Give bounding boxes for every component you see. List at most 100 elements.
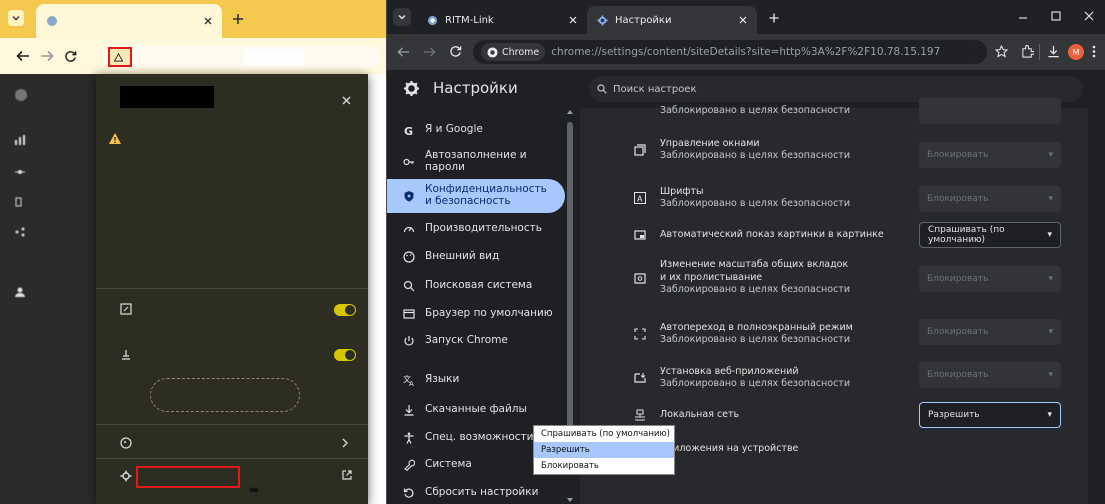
svg-text:G: G <box>404 125 413 136</box>
site-info-chip[interactable] <box>108 47 132 67</box>
minimize-icon[interactable] <box>1018 14 1028 22</box>
dropdown-option-allow[interactable]: Разрешить <box>534 442 674 458</box>
accessibility-icon <box>404 432 414 444</box>
svg-text:A: A <box>637 195 643 204</box>
fonts-select: Блокировать ▾ <box>919 186 1061 212</box>
dropdown-option-block[interactable]: Блокировать <box>534 458 674 474</box>
dropdown-option-ask[interactable]: Спрашивать (по умолчанию) <box>534 426 674 442</box>
forward-arrow-icon[interactable] <box>40 50 54 62</box>
settings-logo-icon <box>403 80 420 97</box>
permission-select-partial <box>919 98 1061 124</box>
tab-zoom-select: Блокировать ▾ <box>919 266 1061 292</box>
back-arrow-icon[interactable] <box>397 46 410 58</box>
toolbar-separator <box>1039 44 1040 60</box>
tab-search-button[interactable] <box>393 8 411 26</box>
search-icon <box>597 84 607 94</box>
users-icon <box>15 287 25 297</box>
auto-pip-select[interactable]: Спрашивать (по умолчанию) ▾ <box>919 222 1061 248</box>
warning-triangle-icon <box>114 52 123 62</box>
local-network-icon <box>635 409 645 421</box>
palette-icon <box>403 251 415 263</box>
left-sidebar-item[interactable] <box>14 286 34 298</box>
reset-icon <box>403 488 414 498</box>
left-sidebar-item[interactable] <box>14 196 34 208</box>
reload-icon[interactable] <box>449 45 462 58</box>
chrome-chip[interactable]: Chrome <box>481 43 546 61</box>
key-icon <box>403 158 414 166</box>
profile-avatar[interactable]: M <box>1068 44 1084 60</box>
close-icon[interactable] <box>739 16 747 24</box>
svg-text:A: A <box>409 380 414 386</box>
nav-item-appearance[interactable]: Внешний вид <box>387 247 567 267</box>
power-icon <box>404 336 414 346</box>
reset-permissions-button[interactable] <box>150 378 300 412</box>
open-external-icon[interactable] <box>342 470 352 480</box>
nav-item-reset[interactable]: Сбросить настройки <box>387 483 567 503</box>
tab-ritm-link[interactable]: RITM-Link <box>417 6 587 34</box>
left-sidebar-item[interactable] <box>14 226 34 238</box>
close-icon[interactable] <box>204 17 212 25</box>
local-network-icon <box>122 350 130 360</box>
left-sidebar-item[interactable] <box>14 166 34 178</box>
window-management-icon <box>634 144 646 156</box>
window-permission-icon <box>120 303 132 315</box>
app-logo-icon <box>15 89 27 101</box>
site-favicon-icon <box>47 16 57 26</box>
settings-gear-icon <box>597 14 608 26</box>
tooltip <box>250 488 258 492</box>
permission-toggle[interactable] <box>334 304 356 316</box>
local-network-select[interactable]: Разрешить ▾ <box>919 402 1061 428</box>
left-app-logo <box>14 88 36 102</box>
left-tab[interactable] <box>36 4 222 38</box>
nav-item-autofill[interactable]: Автозаполнение и пароли <box>387 147 567 177</box>
maximize-icon[interactable] <box>1051 11 1061 21</box>
forward-arrow-icon[interactable] <box>423 46 436 58</box>
web-app-install-select: Блокировать ▾ <box>919 362 1061 388</box>
star-icon[interactable] <box>995 45 1008 58</box>
back-arrow-icon[interactable] <box>16 50 30 62</box>
title-redaction <box>120 86 214 108</box>
picture-in-picture-icon <box>634 230 646 240</box>
site-settings-link[interactable] <box>136 466 240 488</box>
share-icon <box>15 227 25 237</box>
nav-item-privacy[interactable]: Конфиденциальность и безопасность <box>387 179 565 213</box>
reload-icon[interactable] <box>64 50 77 63</box>
nav-item-performance[interactable]: Производительность <box>387 219 567 239</box>
address-bar[interactable]: Chrome chrome://settings/content/siteDet… <box>473 40 987 64</box>
translate-icon: 文A <box>403 374 414 386</box>
speedometer-icon <box>403 226 415 233</box>
local-network-toggle[interactable] <box>334 349 356 361</box>
nav-item-languages[interactable]: 文A Языки <box>387 370 567 390</box>
extensions-icon[interactable] <box>1021 45 1034 58</box>
right-tab-strip: RITM-Link Настройки <box>387 0 1105 34</box>
window-management-select: Блокировать ▾ <box>919 142 1061 168</box>
more-menu-icon[interactable] <box>1092 45 1096 58</box>
nav-item-on-startup[interactable]: Запуск Chrome <box>387 331 567 351</box>
auto-fullscreen-select: Блокировать ▾ <box>919 319 1061 345</box>
close-icon[interactable] <box>569 16 577 24</box>
nav-item-search-engine[interactable]: Поисковая система <box>387 276 567 296</box>
nav-item-default-browser[interactable]: Браузер по умолчанию <box>387 304 567 324</box>
right-browser-window: RITM-Link Настройки Chrome chrome://sett… <box>387 0 1105 504</box>
chevron-down-icon <box>398 15 406 20</box>
address-redaction <box>244 49 304 65</box>
download-icon <box>404 405 414 416</box>
left-sidebar-item[interactable] <box>14 134 34 146</box>
site-favicon-icon <box>427 15 438 25</box>
tab-search-button[interactable] <box>8 10 24 26</box>
chrome-logo-icon <box>487 46 498 58</box>
new-tab-icon[interactable] <box>232 13 244 25</box>
window-close-icon[interactable] <box>1084 11 1094 21</box>
new-tab-icon[interactable] <box>769 13 779 23</box>
divider <box>96 424 368 425</box>
nav-item-you-and-google[interactable]: G Я и Google <box>387 120 567 140</box>
left-address-bar[interactable] <box>104 46 382 68</box>
download-icon[interactable] <box>1047 45 1060 58</box>
google-icon: G <box>404 125 413 136</box>
divider <box>96 288 368 289</box>
nav-item-downloads[interactable]: Скачанные файлы <box>387 400 567 420</box>
tab-settings[interactable]: Настройки <box>587 6 757 34</box>
chevron-right-icon <box>342 438 348 448</box>
close-icon[interactable] <box>342 96 351 105</box>
install-app-icon <box>634 373 646 383</box>
